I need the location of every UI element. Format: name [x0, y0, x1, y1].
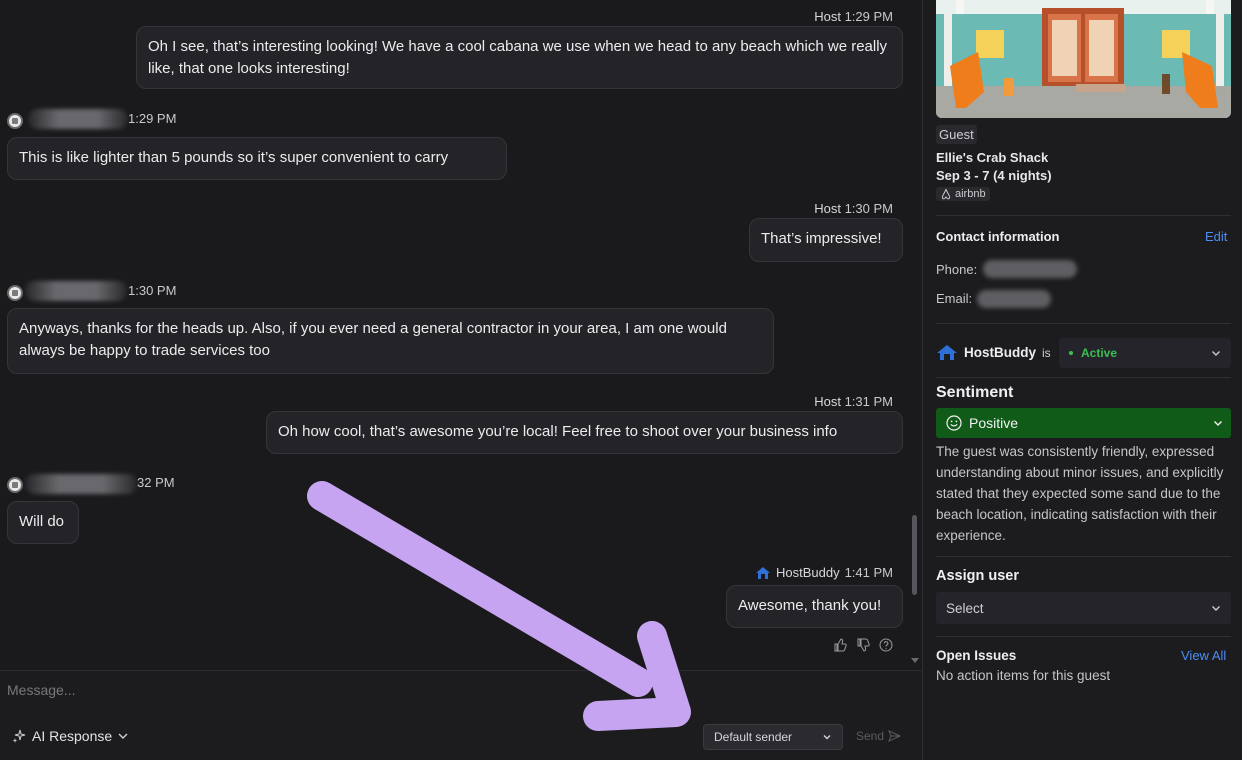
phone-value-redacted: [983, 260, 1077, 278]
thumbs-up-icon[interactable]: [833, 638, 847, 652]
message-text: Awesome, thank you!: [738, 597, 882, 614]
sender-select[interactable]: Default sender: [703, 724, 843, 750]
message-time: 1:29 PM: [844, 9, 893, 24]
assign-user-title: Assign user: [936, 568, 1019, 584]
stay-dates: Sep 3 - 7 (4 nights): [936, 168, 1052, 183]
host-message-bubble: That’s impressive!: [749, 218, 903, 262]
chat-pane: Host 1:29 PM Oh I see, that’s interestin…: [0, 0, 922, 760]
message-text: Anyways, thanks for the heads up. Also, …: [19, 320, 727, 359]
message-time: 1:29 PM: [128, 111, 177, 126]
property-name: Ellie's Crab Shack: [936, 150, 1049, 165]
hostbuddy-name: HostBuddy: [964, 345, 1036, 360]
divider: [936, 215, 1231, 216]
hostbuddy-logo-icon: [755, 566, 770, 579]
guest-avatar: [7, 285, 23, 301]
message-text: Oh I see, that’s interesting looking! We…: [148, 38, 888, 77]
message-time: 1:30 PM: [844, 201, 893, 216]
message-input[interactable]: [7, 682, 887, 698]
guest-avatar: [7, 113, 23, 129]
guest-avatar: [7, 477, 23, 493]
message-meta: HostBuddy 1:41 PM: [755, 565, 893, 580]
hostbuddy-status-select[interactable]: Active: [1059, 338, 1231, 368]
message-sender: HostBuddy: [775, 565, 840, 580]
phone-label: Phone:: [936, 262, 978, 277]
help-icon[interactable]: [879, 638, 893, 652]
email-value-redacted: [977, 290, 1051, 308]
view-all-link[interactable]: View All: [1181, 648, 1226, 663]
chevron-down-icon: [823, 735, 831, 740]
platform-badge: airbnb: [936, 187, 990, 201]
message-sender: Host: [814, 201, 841, 216]
message-sender: Host: [814, 9, 841, 24]
message-text: This is like lighter than 5 pounds so it…: [19, 149, 449, 166]
guest-details-panel: Guest Ellie's Crab Shack Sep 3 - 7 (4 ni…: [922, 0, 1242, 760]
sentiment-summary: The guest was consistently friendly, exp…: [936, 444, 1224, 543]
open-issues-title: Open Issues: [936, 648, 1017, 663]
guest-message-bubble: Anyways, thanks for the heads up. Also, …: [7, 308, 774, 374]
hostbuddy-logo-icon: [937, 345, 957, 360]
sentiment-select[interactable]: Positive: [936, 408, 1231, 438]
status-value: Active: [1081, 346, 1118, 360]
guest-message-bubble: Will do: [7, 501, 79, 544]
host-message-bubble: Oh I see, that’s interesting looking! We…: [136, 26, 903, 89]
scroll-down-icon[interactable]: [911, 658, 919, 663]
ai-response-label: AI Response: [32, 728, 113, 744]
message-text: That’s impressive!: [761, 230, 882, 247]
assign-user-select[interactable]: Select: [936, 592, 1231, 624]
scrollbar-thumb[interactable]: [912, 515, 917, 595]
message-list[interactable]: Host 1:29 PM Oh I see, that’s interestin…: [0, 0, 922, 670]
message-sender: Host: [814, 394, 841, 409]
sparkle-icon: [12, 729, 26, 743]
sentiment-title: Sentiment: [936, 384, 1014, 401]
host-message-bubble: Oh how cool, that’s awesome you’re local…: [266, 411, 903, 454]
message-text: Oh how cool, that’s awesome you’re local…: [278, 423, 838, 440]
message-time: 32 PM: [137, 475, 175, 490]
chevron-down-icon: [1212, 351, 1220, 356]
open-issues-empty: No action items for this guest: [936, 668, 1111, 683]
divider: [936, 323, 1231, 324]
contact-info-title: Contact information: [936, 229, 1060, 244]
ai-response-button[interactable]: AI Response: [12, 728, 128, 744]
status-dot-icon: [1069, 351, 1073, 355]
divider: [936, 377, 1231, 378]
guest-name-redacted: [28, 109, 128, 129]
hostbuddy-is-label: is: [1042, 345, 1051, 360]
ai-message-bubble: Awesome, thank you!: [726, 585, 903, 628]
message-composer: AI Response Default sender Send: [0, 670, 922, 760]
send-icon: [888, 730, 902, 742]
send-label: Send: [856, 729, 885, 743]
smiley-icon: [946, 415, 962, 431]
message-time: 1:30 PM: [128, 283, 177, 298]
send-button[interactable]: Send: [856, 729, 902, 743]
thumbs-down-icon[interactable]: [856, 638, 870, 652]
airbnb-icon: [941, 188, 951, 200]
guest-name-redacted: [25, 474, 137, 494]
property-photo: [936, 0, 1231, 118]
message-time: 1:41 PM: [844, 565, 893, 580]
sentiment-value: Positive: [969, 415, 1019, 431]
message-text: Will do: [19, 513, 65, 530]
chevron-down-icon: [1212, 606, 1220, 611]
chevron-down-icon: [118, 733, 128, 739]
divider: [936, 636, 1231, 637]
chevron-down-icon: [1214, 421, 1222, 426]
edit-contact-link[interactable]: Edit: [1205, 229, 1227, 244]
platform-name: airbnb: [955, 188, 986, 200]
message-time: 1:31 PM: [844, 394, 893, 409]
message-meta: Host 1:30 PM: [814, 201, 893, 216]
message-feedback: [833, 638, 893, 652]
assign-user-value: Select: [946, 600, 984, 616]
message-meta: Host 1:29 PM: [814, 9, 893, 24]
email-label: Email:: [936, 291, 973, 306]
guest-name-redacted: [25, 281, 127, 301]
divider: [936, 556, 1231, 557]
guest-tag: Guest: [936, 125, 977, 144]
message-meta: Host 1:31 PM: [814, 394, 893, 409]
guest-message-bubble: This is like lighter than 5 pounds so it…: [7, 137, 507, 180]
sender-select-value: Default sender: [714, 730, 793, 744]
